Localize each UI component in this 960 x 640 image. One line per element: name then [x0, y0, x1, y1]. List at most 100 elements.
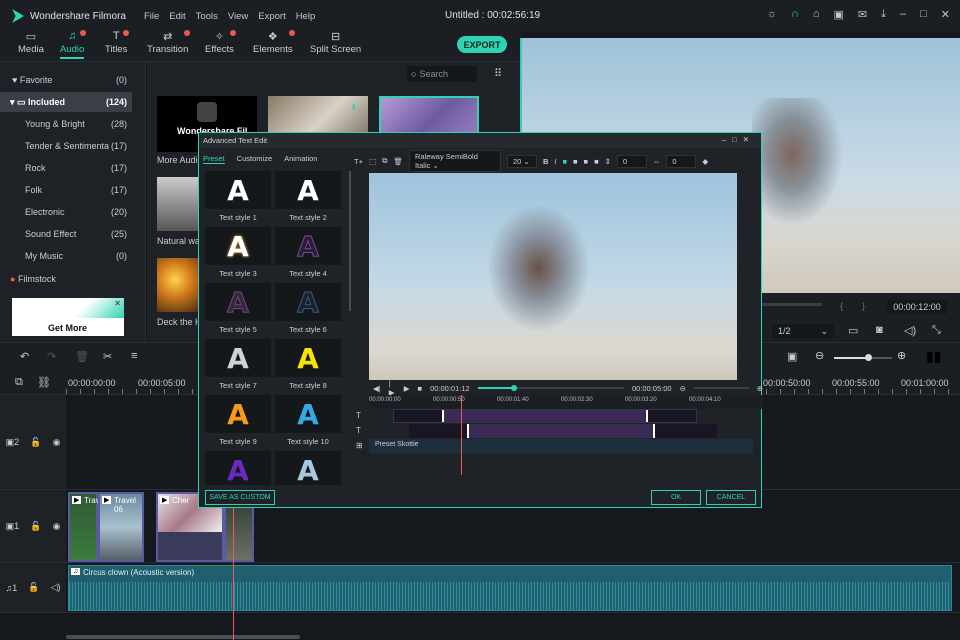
media-thumb-deck[interactable] [157, 258, 202, 312]
tab-customize[interactable]: Customize [237, 154, 272, 164]
sidebar-item-rock[interactable]: Rock (17) [0, 158, 132, 178]
tab-preset[interactable]: Preset [203, 154, 225, 164]
close-button[interactable]: ✕ [743, 135, 755, 144]
lock-icon[interactable]: 🔓 [30, 437, 41, 448]
text-style-9[interactable]: A Text style 9 [205, 395, 271, 449]
headset-icon[interactable]: ∩ [791, 8, 799, 21]
minimize-button[interactable]: – [900, 8, 906, 21]
sidebar-item-folk[interactable]: Folk (17) [0, 180, 132, 200]
lock-icon[interactable]: 🔓 [30, 521, 41, 532]
preset-track[interactable]: Preset Skottie [369, 439, 753, 453]
text-style-11[interactable]: A [205, 451, 271, 485]
font-size-select[interactable]: 20 ⌄ [506, 154, 537, 168]
sidebar-item-filmstock[interactable]: ● Filmstock [0, 269, 132, 289]
grid-view-icon[interactable]: ⠿ [494, 67, 502, 80]
text-style-2[interactable]: A Text style 2 [275, 171, 341, 225]
tab-animation[interactable]: Animation [284, 154, 317, 164]
text-style-1[interactable]: A Text style 1 [205, 171, 271, 225]
play-icon[interactable]: ▶ [404, 384, 410, 393]
zoom-in-icon[interactable]: ⊕ [757, 384, 763, 393]
mail-icon[interactable]: ✉ [858, 8, 867, 21]
download-icon[interactable]: ⬇ [350, 102, 358, 113]
download-icon[interactable]: ⤓ [881, 8, 886, 21]
eye-icon[interactable]: ◉ [53, 437, 61, 448]
tab-audio[interactable]: ♫ Audio [60, 30, 87, 59]
tab-elements[interactable]: ❖ Elements [253, 30, 295, 55]
snapshot-icon[interactable]: ◙ [876, 324, 883, 336]
search-input[interactable]: ○ Search [407, 66, 477, 82]
italic-button[interactable]: I [554, 157, 556, 166]
video-clip[interactable]: ▶ Travel 06 [98, 492, 144, 562]
duplicate-icon[interactable]: ⧉ [382, 156, 387, 166]
sidebar-item-electronic[interactable]: Electronic (20) [0, 202, 132, 222]
menu-tools[interactable]: Tools [196, 11, 218, 22]
gift-icon[interactable]: ⌂ [813, 8, 820, 21]
zoom-select[interactable]: 1/2 ⌄ [772, 324, 834, 338]
text-style-8[interactable]: A Text style 8 [275, 339, 341, 393]
timeline-zoom-slider[interactable] [834, 354, 892, 361]
font-select[interactable]: Raleway SemiBold Italic ⌄ [408, 150, 501, 172]
align-left-button[interactable]: ■ [562, 157, 567, 166]
sidebar-item-favorite[interactable]: ♥ Favorite (0) [0, 70, 132, 90]
sidebar-item-tender[interactable]: Tender & Sentimenta (17) [0, 136, 132, 156]
delete-icon[interactable]: 🗑 [75, 350, 89, 363]
style-grid-scrollbar[interactable] [349, 171, 351, 311]
cancel-button[interactable]: CANCEL [706, 490, 756, 505]
display-icon[interactable]: ▭ [848, 324, 858, 337]
text-track-clip-1[interactable] [393, 409, 697, 423]
dialog-playhead[interactable] [461, 395, 462, 475]
media-thumb-natural[interactable] [157, 177, 202, 231]
pause-render-icon[interactable]: ▮▮ [926, 348, 941, 365]
adjust-icon[interactable]: ≡ [131, 350, 137, 362]
eye-icon[interactable]: ◉ [53, 521, 61, 532]
sidebar-item-included[interactable]: ▾ ▭ Included (124) [0, 92, 132, 112]
text-style-6[interactable]: A Text style 6 [275, 283, 341, 337]
text-style-10[interactable]: A Text style 10 [275, 395, 341, 449]
maximize-button[interactable]: □ [732, 135, 743, 144]
char-spacing-input[interactable]: 0 [666, 154, 697, 168]
track-audio-1[interactable]: ♫ Circus clown (Acoustic version) [66, 563, 960, 613]
align-right-button[interactable]: ■ [584, 157, 589, 166]
mark-in-icon[interactable]: { [840, 301, 843, 311]
export-button[interactable]: EXPORT [457, 36, 507, 53]
dialog-progress-slider[interactable] [477, 385, 624, 391]
video-clip[interactable]: ▶ Trav [68, 492, 100, 562]
undo-icon[interactable]: ↶ [20, 350, 29, 363]
sidebar-item-my-music[interactable]: My Music (0) [0, 246, 132, 266]
redo-icon[interactable]: ↷ [47, 350, 56, 363]
more-icon[interactable]: ◆ [702, 157, 708, 166]
menu-export[interactable]: Export [258, 11, 285, 22]
menu-edit[interactable]: Edit [169, 11, 185, 22]
filmstock-ad[interactable]: ✕ Get More [12, 298, 124, 336]
volume-icon[interactable]: ◁) [904, 324, 916, 337]
brightness-icon[interactable]: ☼ [767, 8, 777, 21]
cut-icon[interactable]: ✂ [103, 350, 112, 363]
text-style-5[interactable]: A Text style 5 [205, 283, 271, 337]
tab-transition[interactable]: ⇄ Transition [147, 30, 191, 55]
save-icon[interactable]: ▣ [834, 8, 844, 21]
close-ad-icon[interactable]: ✕ [114, 299, 121, 308]
text-style-4[interactable]: A Text style 4 [275, 227, 341, 281]
save-as-custom-button[interactable]: SAVE AS CUSTOM [205, 490, 275, 505]
add-track-icon[interactable]: ⧉ [15, 376, 23, 389]
menu-view[interactable]: View [228, 11, 248, 22]
text-style-7[interactable]: A Text style 7 [205, 339, 271, 393]
prev-frame-icon[interactable]: ◀| [373, 384, 381, 393]
text-track-clip-2[interactable] [409, 424, 717, 438]
sidebar-item-sound-effect[interactable]: Sound Effect (25) [0, 224, 132, 244]
delete-icon[interactable]: 🗑 [393, 157, 403, 166]
audio-clip[interactable]: ♫ Circus clown (Acoustic version) [68, 565, 952, 611]
tab-media[interactable]: ▭ Media [18, 30, 44, 55]
zoom-out-icon[interactable]: ⊖ [815, 349, 824, 362]
fullscreen-icon[interactable]: ⤡ [932, 324, 941, 337]
fit-icon[interactable]: ▣ [787, 350, 797, 363]
line-spacing-input[interactable]: 0 [616, 154, 647, 168]
lock-icon[interactable]: 🔓 [28, 582, 39, 593]
tab-effects[interactable]: ✧ Effects [205, 30, 236, 55]
minimize-button[interactable]: – [722, 135, 732, 144]
bold-button[interactable]: B [543, 157, 548, 166]
tab-split-screen[interactable]: ⊟ Split Screen [310, 30, 361, 55]
justify-button[interactable]: ■ [594, 157, 599, 166]
zoom-in-icon[interactable]: ⊕ [897, 349, 906, 362]
zoom-out-icon[interactable]: ⊖ [680, 384, 686, 393]
